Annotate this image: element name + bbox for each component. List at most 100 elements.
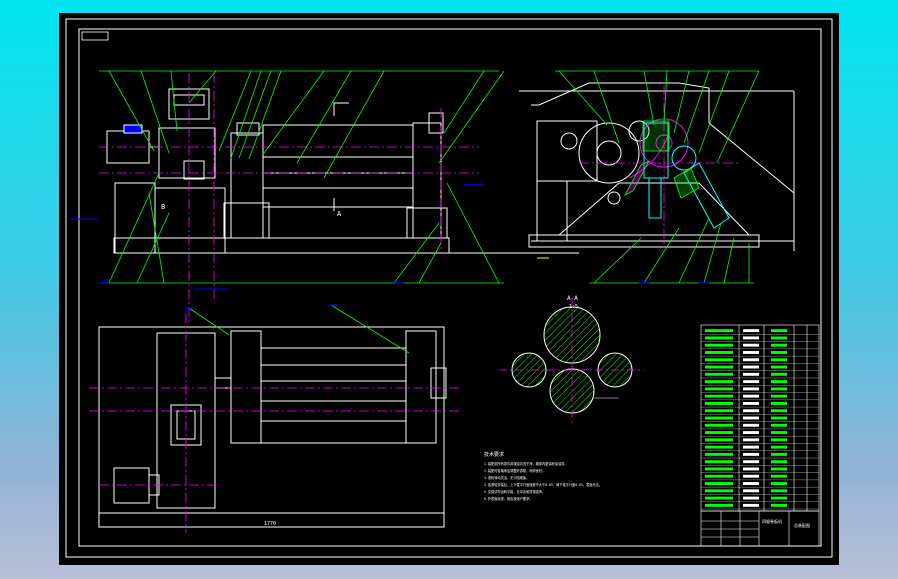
- parts-row-name: [705, 387, 733, 391]
- section-aa: A-A 1:5: [499, 295, 644, 423]
- left-housing: [230, 132, 264, 239]
- parts-row-material: [771, 438, 787, 442]
- parts-row-name: [705, 496, 733, 500]
- parts-row-name: [705, 365, 733, 369]
- parts-row-material: [771, 431, 787, 435]
- drawing-number: 总装配图: [794, 522, 810, 528]
- notes-line-4: 4.各滚轮安装后，上下辊平行度误差不大于0.05，两下辊平行度0.03，表面光洁…: [484, 482, 602, 487]
- parts-row-name: [705, 343, 733, 347]
- notes-title: 技术要求: [484, 451, 504, 458]
- base-length-dim: 1770: [264, 521, 276, 527]
- reducer: [158, 127, 216, 179]
- parts-row-code: [743, 329, 759, 333]
- parts-row-material: [771, 336, 787, 340]
- notes-line-5: 5.空载试车运转平稳，无冲击和异常噪声。: [484, 489, 545, 494]
- parts-row-code: [743, 438, 759, 442]
- parts-row-material: [771, 372, 787, 376]
- parts-row-name: [705, 394, 733, 398]
- parts-row-name: [705, 423, 733, 427]
- plan-motor: [113, 467, 150, 504]
- parts-row-name: [705, 503, 733, 507]
- parts-row-material: [771, 482, 787, 485]
- parts-row-name: [705, 416, 733, 420]
- parts-row-material: [771, 460, 787, 464]
- parts-row-code: [743, 372, 759, 376]
- parts-row-code: [743, 380, 759, 384]
- parts-row-code: [743, 452, 759, 456]
- parts-row-code: [743, 343, 759, 347]
- parts-row-material: [771, 401, 787, 405]
- title-block: [700, 510, 820, 547]
- parts-row-material: [771, 365, 787, 369]
- parts-row-code: [743, 482, 759, 485]
- parts-row-name: [705, 409, 733, 413]
- parts-row-code: [743, 474, 759, 478]
- parts-row-material: [771, 343, 787, 347]
- parts-row-material: [771, 503, 787, 507]
- parts-row-name: [705, 445, 733, 449]
- parts-row-name: [705, 467, 733, 471]
- technical-notes: 技术要求 1.装配前所有零件用煤油清洗干净，箱体内壁涂耐油油漆。 2.装配时各轴…: [484, 451, 602, 501]
- parts-row-code: [743, 445, 759, 449]
- parts-row-material: [771, 467, 787, 471]
- plan-left-bearing: [230, 330, 262, 444]
- front-base: [113, 237, 450, 254]
- parts-row-name: [705, 460, 733, 464]
- upper-roll: [262, 124, 414, 158]
- parts-row-name: [705, 372, 733, 376]
- parts-row-code: [743, 467, 759, 471]
- parts-row-code: [743, 358, 759, 362]
- parts-row-material: [771, 445, 787, 449]
- parts-row-material: [771, 496, 787, 500]
- parts-row-code: [743, 489, 759, 493]
- section-label: A-A: [567, 295, 578, 302]
- parts-row-name: [705, 489, 733, 493]
- side-view: [519, 82, 795, 251]
- parts-row-material: [771, 474, 787, 478]
- notes-line-3: 3.滚轮转动灵活，无卡阻现象。: [484, 475, 529, 480]
- parts-row-name: [705, 431, 733, 435]
- notes-line-1: 1.装配前所有零件用煤油清洗干净，箱体内壁涂耐油油漆。: [484, 461, 568, 466]
- parts-row-code: [743, 351, 759, 354]
- parts-row-name: [705, 329, 733, 333]
- parts-row-name: [705, 336, 733, 340]
- parts-row-material: [771, 416, 787, 420]
- parts-row-name: [705, 401, 733, 405]
- parts-row-code: [743, 401, 759, 405]
- notes-line-2: 2.装配时各轴承应调整好游隙，润滑良好。: [484, 468, 545, 473]
- parts-row-material: [771, 452, 787, 456]
- parts-row-name: [705, 351, 733, 354]
- parts-row-code: [743, 416, 759, 420]
- parts-row-name: [705, 474, 733, 478]
- parts-row-code: [743, 503, 759, 507]
- lower-roll: [262, 156, 414, 208]
- parts-row-material: [771, 387, 787, 391]
- parts-row-code: [743, 431, 759, 435]
- parts-row-code: [743, 365, 759, 369]
- corner-tag: [81, 31, 109, 41]
- parts-row-name: [705, 358, 733, 362]
- view-b-label: B: [161, 203, 165, 211]
- parts-row-material: [771, 409, 787, 413]
- parts-row-material: [771, 394, 787, 398]
- parts-row-name: [705, 452, 733, 456]
- parts-row-code: [743, 336, 759, 340]
- parts-row-code: [743, 409, 759, 413]
- front-view: [106, 88, 579, 254]
- parts-row-material: [771, 489, 787, 493]
- cad-drawing-canvas: B A 1770 A-A 技术要求 1.装配前所有零件用煤油清洗干净，箱体内壁涂…: [59, 13, 839, 565]
- plan-view: [98, 326, 447, 528]
- parts-row-code: [743, 496, 759, 500]
- parts-row-material: [771, 329, 787, 333]
- right-housing: [412, 122, 442, 239]
- parts-row-material: [771, 423, 787, 427]
- parts-row-code: [743, 460, 759, 464]
- parts-row-material: [771, 380, 787, 384]
- parts-row-code: [743, 387, 759, 391]
- large-gear: [578, 122, 640, 184]
- parts-row-code: [743, 394, 759, 398]
- plan-rolls: [260, 347, 407, 444]
- parts-row-name: [705, 380, 733, 384]
- parts-row-material: [771, 351, 787, 354]
- parts-row-material: [771, 358, 787, 362]
